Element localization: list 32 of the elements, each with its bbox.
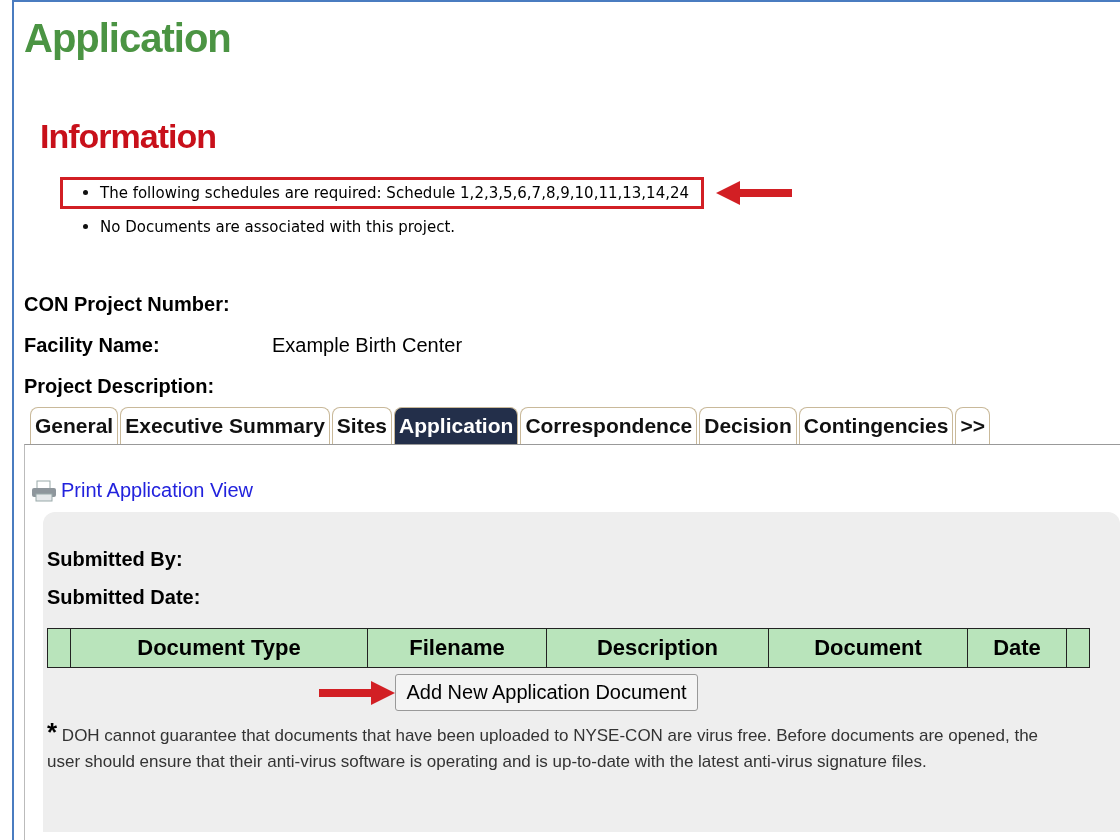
column-header: Filename bbox=[367, 628, 547, 668]
tab[interactable]: Contingencies bbox=[798, 407, 954, 444]
printer-icon bbox=[31, 479, 57, 502]
disclaimer-text: * DOH cannot guarantee that documents that have been uploaded to NYSE-CON are virus free. Before documents are opened, the user should ensure that their anti-virus software is operating and is up-to-date with the latest anti-virus signature files. bbox=[47, 719, 1040, 773]
tab[interactable]: Sites bbox=[331, 407, 393, 444]
column-header: Document bbox=[768, 628, 968, 668]
field-label: Submitted Date: bbox=[47, 586, 202, 610]
field-value: Example Birth Center bbox=[272, 334, 463, 357]
field-label: Submitted By: bbox=[47, 548, 184, 572]
tab[interactable]: >> bbox=[955, 407, 990, 444]
field-label: CON Project Number: bbox=[24, 293, 231, 316]
column-header: Document Type bbox=[70, 628, 368, 668]
tab[interactable]: Decision bbox=[699, 407, 797, 444]
add-document-button[interactable]: Add New Application Document bbox=[395, 674, 698, 711]
tab[interactable]: Application bbox=[394, 407, 519, 444]
table-header-cell bbox=[47, 628, 71, 668]
information-heading: Information bbox=[40, 117, 217, 156]
page-title: Application bbox=[24, 16, 232, 61]
field-label: Project Description: bbox=[24, 375, 216, 398]
information-item: No Documents are associated with this project. bbox=[60, 211, 471, 243]
field-label: Facility Name: bbox=[24, 334, 161, 357]
information-item: The following schedules are required: Schedule 1,2,3,5,6,7,8,9,10,11,13,14,24 bbox=[60, 177, 705, 209]
arrow-icon bbox=[716, 181, 793, 205]
tab[interactable]: Correspondence bbox=[520, 407, 698, 444]
print-link[interactable]: Print Application View bbox=[61, 479, 253, 502]
bullet-icon bbox=[83, 189, 88, 195]
column-header: Date bbox=[967, 628, 1067, 668]
bullet-icon bbox=[83, 223, 88, 229]
tab[interactable]: Executive Summary bbox=[120, 407, 330, 444]
tab[interactable]: General bbox=[30, 407, 119, 444]
column-header: Description bbox=[546, 628, 769, 668]
table-header-cell bbox=[1066, 628, 1090, 668]
